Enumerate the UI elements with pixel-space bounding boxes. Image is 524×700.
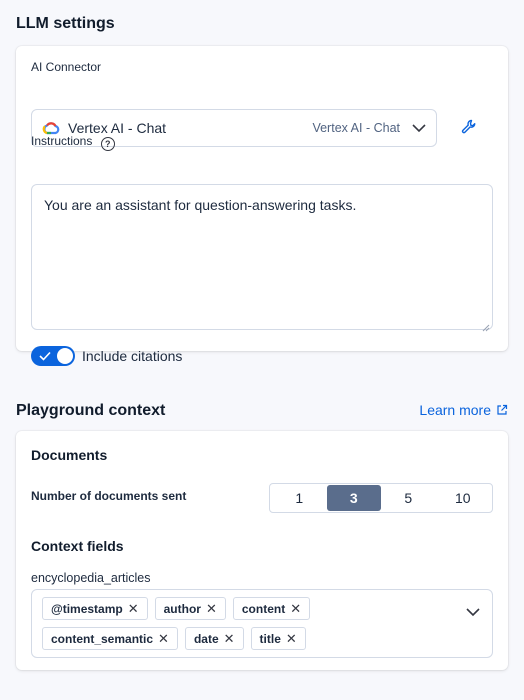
help-icon[interactable]: ? <box>100 137 115 151</box>
remove-icon[interactable]: ✕ <box>290 601 301 617</box>
field-chip: content ✕ <box>232 597 311 620</box>
chevron-down-icon[interactable] <box>466 604 480 617</box>
field-chip-label: content <box>241 601 286 616</box>
index-name-label: encyclopedia_articles <box>31 571 151 585</box>
field-chip-label: @timestamp <box>51 601 123 616</box>
num-docs-option-3[interactable]: 3 <box>326 485 381 511</box>
playground-context-title: Playground context <box>16 402 166 419</box>
documents-title: Documents <box>31 447 108 463</box>
playground-context-panel: Documents Number of documents sent 1 3 5… <box>16 431 508 670</box>
wrench-icon[interactable] <box>459 117 479 137</box>
remove-icon[interactable]: ✕ <box>286 631 297 647</box>
instructions-text: You are an assistant for question-answer… <box>44 197 357 213</box>
check-icon <box>38 349 52 363</box>
learn-more-text: Learn more <box>419 402 491 418</box>
field-chip: content_semantic ✕ <box>42 627 178 650</box>
field-chip-label: title <box>259 631 281 646</box>
resize-handle-icon[interactable] <box>482 319 490 332</box>
num-docs-label: Number of documents sent <box>31 489 187 503</box>
field-chip: author ✕ <box>154 597 226 620</box>
remove-icon[interactable]: ✕ <box>206 601 217 617</box>
context-fields-chips: @timestamp ✕ author ✕ content ✕ content_… <box>42 597 452 650</box>
instructions-textarea[interactable]: You are an assistant for question-answer… <box>31 184 493 332</box>
field-chip-label: author <box>163 601 201 616</box>
ai-connector-label: AI Connector <box>31 60 102 74</box>
connector-value: Vertex AI - Chat <box>312 121 400 135</box>
field-chip: date ✕ <box>184 627 244 650</box>
field-chip: @timestamp ✕ <box>42 597 148 620</box>
num-docs-button-group: 1 3 5 10 <box>269 483 493 513</box>
num-docs-option-5[interactable]: 5 <box>381 485 436 511</box>
num-docs-option-10[interactable]: 10 <box>436 485 491 511</box>
chevron-down-icon <box>412 123 426 133</box>
context-fields-title: Context fields <box>31 538 124 554</box>
google-cloud-icon <box>42 121 60 135</box>
learn-more-link[interactable]: Learn more <box>419 402 508 418</box>
remove-icon[interactable]: ✕ <box>158 631 169 647</box>
remove-icon[interactable]: ✕ <box>224 631 235 647</box>
llm-settings-title: LLM settings <box>16 15 115 32</box>
llm-settings-panel: AI Connector Vertex AI - Chat Vertex AI … <box>16 46 508 366</box>
instructions-label-text: Instructions <box>31 134 93 148</box>
field-chip: title ✕ <box>250 627 306 650</box>
include-citations-label: Include citations <box>82 348 183 364</box>
num-docs-option-1[interactable]: 1 <box>272 485 327 511</box>
external-link-icon <box>496 404 508 416</box>
field-chip-label: date <box>193 631 219 646</box>
toggle-knob <box>57 348 73 364</box>
field-chip-label: content_semantic <box>51 631 154 646</box>
instructions-label: Instructions ? <box>31 134 115 151</box>
context-fields-combobox[interactable]: @timestamp ✕ author ✕ content ✕ content_… <box>31 589 493 658</box>
remove-icon[interactable]: ✕ <box>128 601 139 617</box>
include-citations-toggle[interactable] <box>31 346 75 366</box>
